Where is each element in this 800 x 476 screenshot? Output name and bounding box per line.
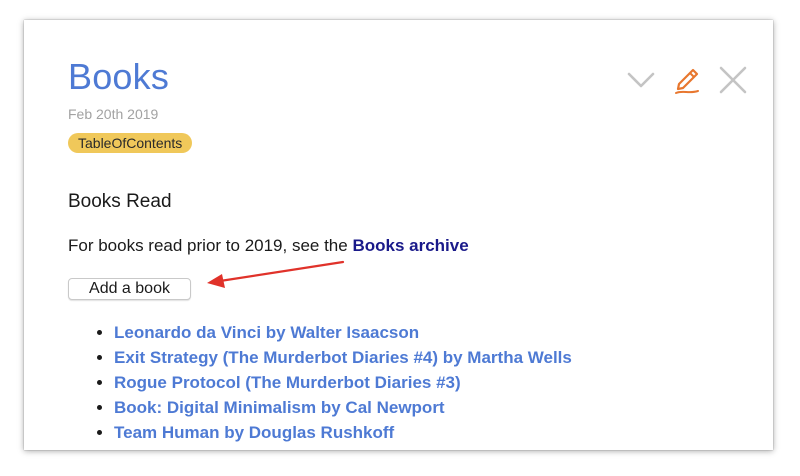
pencil-icon[interactable] (671, 64, 703, 96)
list-item: Team Human by Douglas Rushkoff (114, 420, 572, 445)
book-link[interactable]: Rogue Protocol (The Murderbot Diaries #3… (114, 373, 461, 392)
book-link[interactable]: Exit Strategy (The Murderbot Diaries #4)… (114, 348, 572, 367)
note-card: Books Feb 20th 2019 TableOfContents Book… (24, 20, 773, 450)
books-list: Leonardo da Vinci by Walter Isaacson Exi… (96, 320, 572, 445)
note-date: Feb 20th 2019 (68, 106, 159, 122)
close-icon[interactable] (717, 64, 749, 96)
book-link[interactable]: Team Human by Douglas Rushkoff (114, 423, 394, 442)
intro-text: For books read prior to 2019, see the (68, 236, 353, 255)
note-toolbar (625, 64, 749, 96)
annotation-arrow-icon (207, 260, 345, 288)
book-link[interactable]: Book: Digital Minimalism by Cal Newport (114, 398, 445, 417)
list-item: Leonardo da Vinci by Walter Isaacson (114, 320, 572, 345)
add-book-button[interactable]: Add a book (68, 278, 191, 300)
list-item: Book: Digital Minimalism by Cal Newport (114, 395, 572, 420)
section-heading: Books Read (68, 191, 172, 212)
chevron-down-icon[interactable] (625, 64, 657, 96)
list-item: Rogue Protocol (The Murderbot Diaries #3… (114, 370, 572, 395)
books-archive-link[interactable]: Books archive (352, 236, 468, 255)
intro-paragraph: For books read prior to 2019, see the Bo… (68, 236, 469, 256)
tag-badge[interactable]: TableOfContents (68, 133, 193, 153)
list-item: Exit Strategy (The Murderbot Diaries #4)… (114, 345, 572, 370)
book-link[interactable]: Leonardo da Vinci by Walter Isaacson (114, 323, 419, 342)
note-title: Books (68, 56, 170, 97)
